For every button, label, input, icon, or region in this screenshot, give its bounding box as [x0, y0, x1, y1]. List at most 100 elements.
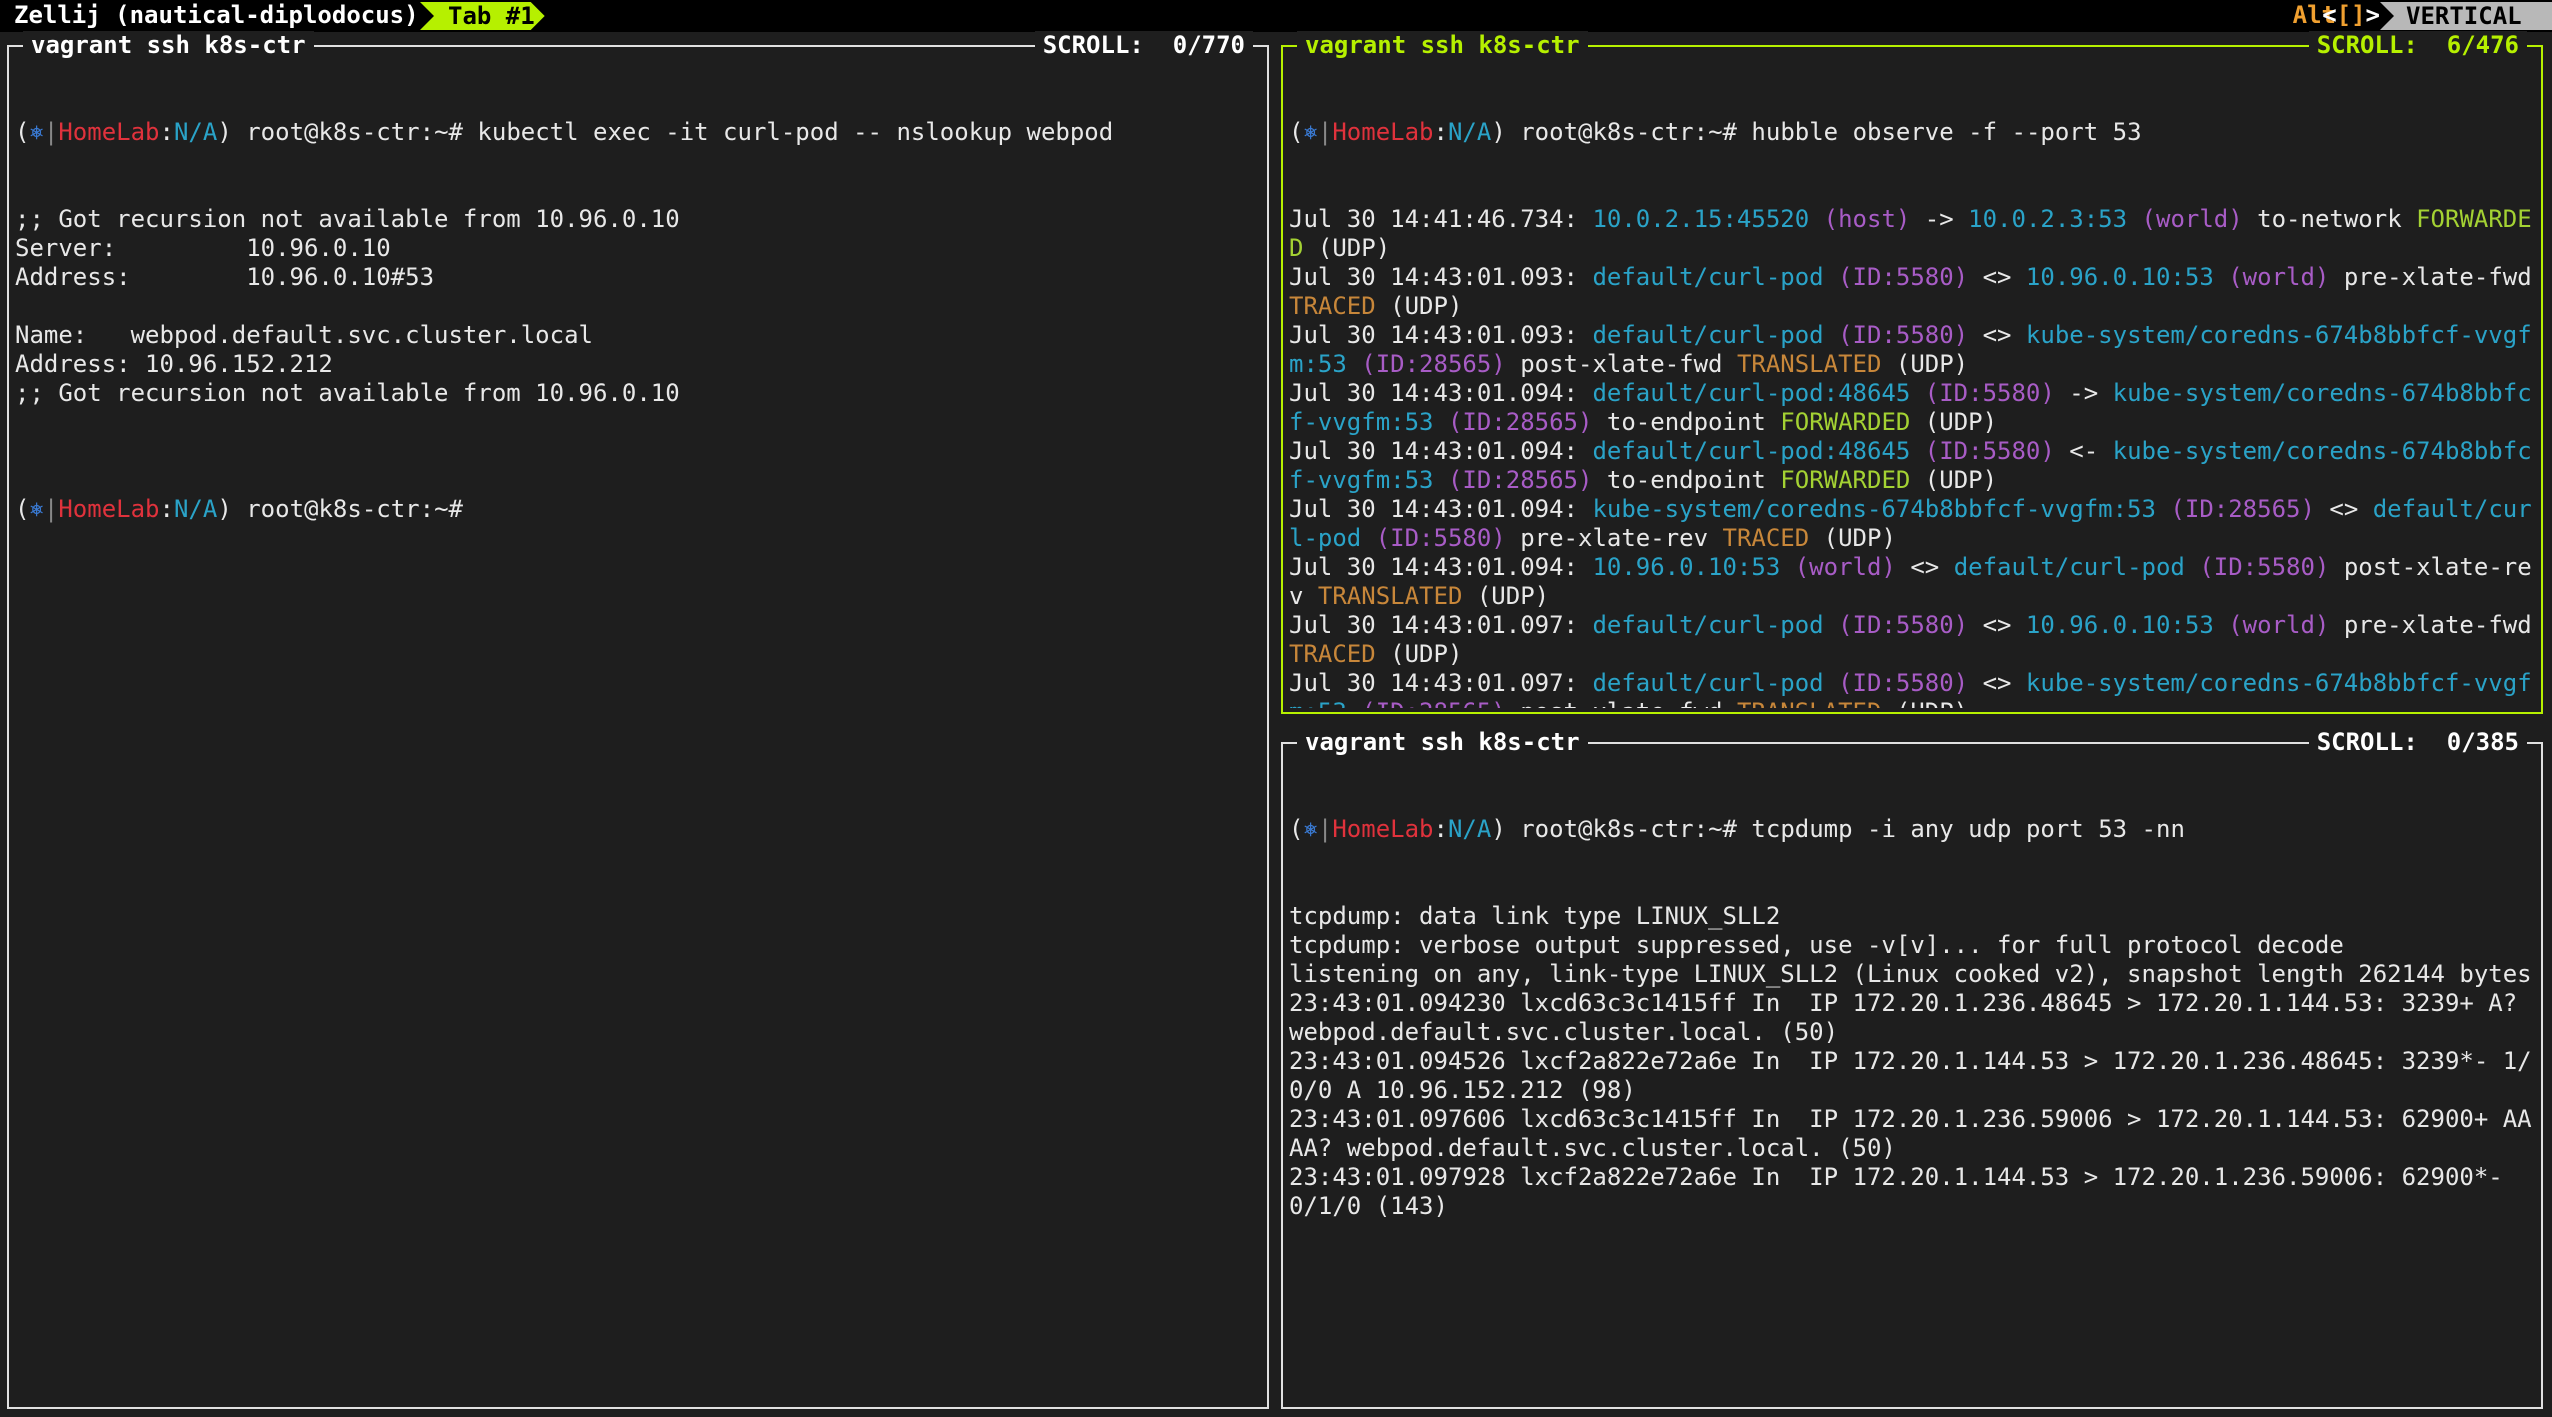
kubernetes-helm-icon: ⎈ — [1303, 815, 1318, 843]
active-prompt[interactable]: (⎈|HomeLab:N/A) root@k8s-ctr:~# — [15, 495, 1263, 524]
pane-scroll-indicator: SCROLL: 0/385 — [2308, 728, 2527, 757]
flow-segment — [1824, 669, 1838, 697]
flow-segment — [2127, 205, 2141, 233]
command-text: tcpdump -i any udp port 53 -nn — [1736, 815, 2185, 843]
flow-line: Jul 30 14:43:01.097: default/curl-pod (I… — [1289, 669, 2537, 708]
kube-namespace: N/A — [173, 495, 218, 523]
flow-segment: (world) — [2141, 205, 2243, 233]
flow-segment: (ID:5580) — [1838, 611, 1969, 639]
flow-segment — [1347, 350, 1361, 378]
flow-segment: (ID:28565) — [2170, 495, 2315, 523]
flow-segment: <> — [1968, 263, 2026, 291]
flow-segment: 10.96.0.10:53 — [2025, 263, 2214, 291]
terminal-pane-hubble[interactable]: vagrant ssh k8s-ctr SCROLL: 6/476 (⎈|Hom… — [1281, 31, 2543, 714]
pane-scroll-indicator: SCROLL: 6/476 — [2308, 31, 2527, 60]
flow-segment: (world) — [2228, 611, 2330, 639]
command-line: (⎈|HomeLab:N/A) root@k8s-ctr:~# hubble o… — [1289, 118, 2537, 147]
output-line: Address: 10.96.152.212 — [15, 350, 333, 378]
flow-segment — [1809, 205, 1823, 233]
kube-namespace: N/A — [1447, 815, 1492, 843]
command-line: (⎈|HomeLab:N/A) root@k8s-ctr:~# kubectl … — [15, 118, 1263, 147]
flow-segment: (UDP) — [1881, 698, 1968, 708]
prompt-user-host: root@k8s-ctr:~# — [231, 118, 463, 146]
flow-segment: <> — [1968, 611, 2026, 639]
output-line: 23:43:01.097606 lxcd63c3c1415ff In IP 17… — [1289, 1105, 2532, 1162]
flow-line: Jul 30 14:43:01.097: default/curl-pod (I… — [1289, 611, 2537, 669]
prompt-paren-open: ( — [15, 118, 30, 146]
prompt-separator: | — [43, 495, 59, 523]
flow-segment: to-endpoint — [1592, 466, 1781, 494]
flow-segment: FORWARDED — [1780, 466, 1911, 494]
pane-title: vagrant ssh k8s-ctr — [1297, 31, 1588, 60]
flow-segment: <> — [2314, 495, 2373, 523]
flow-segment: default/curl-pod — [1953, 553, 2185, 581]
flow-segment: (ID:5580) — [1375, 524, 1506, 552]
terminal-output[interactable]: (⎈|HomeLab:N/A) root@k8s-ctr:~# kubectl … — [15, 60, 1263, 582]
flow-segment: to-network — [2242, 205, 2417, 233]
flow-segment: 10.0.2.3:53 — [1968, 205, 2128, 233]
flow-segment: (ID:5580) — [1838, 263, 1969, 291]
flow-segment: -> — [2054, 379, 2113, 407]
prompt-paren-open: ( — [1289, 118, 1304, 146]
layout-mode-chip[interactable]: VERTICAL — [2380, 2, 2552, 30]
flow-segment: TRACED — [1722, 524, 1810, 552]
flow-segment: <> — [1895, 553, 1954, 581]
output-line: 23:43:01.094526 lxcf2a822e72a6e In IP 17… — [1289, 1047, 2532, 1104]
prompt-colon: : — [159, 118, 174, 146]
kubernetes-helm-icon: ⎈ — [29, 495, 44, 523]
terminal-output[interactable]: (⎈|HomeLab:N/A) root@k8s-ctr:~# hubble o… — [1289, 60, 2537, 708]
flow-segment: Jul 30 14:43:01.094: — [1289, 437, 1593, 465]
flow-line: Jul 30 14:43:01.094: 10.96.0.10:53 (worl… — [1289, 553, 2537, 611]
prompt-separator: | — [1317, 815, 1333, 843]
flow-segment: Jul 30 14:43:01.093: — [1289, 263, 1593, 291]
output-line: tcpdump: data link type LINUX_SLL2 — [1289, 902, 1781, 930]
flow-segment: post-xlate-fwd — [1506, 698, 1737, 708]
flow-segment — [2185, 553, 2199, 581]
mode-keys-inner: [] — [2336, 1, 2366, 29]
flow-segment: Jul 30 14:43:01.093: — [1289, 321, 1593, 349]
flow-segment — [1824, 263, 1838, 291]
prompt-paren-open: ( — [15, 495, 30, 523]
flow-segment: (ID:28565) — [1361, 350, 1506, 378]
prompt-paren-close: ) — [1491, 118, 1506, 146]
flow-segment: (UDP) — [1303, 234, 1391, 262]
flow-segment: (ID:5580) — [1924, 437, 2055, 465]
flow-segment: (ID:28565) — [1447, 408, 1593, 436]
command-text: kubectl exec -it curl-pod -- nslookup we… — [462, 118, 1114, 146]
flow-segment: 10.96.0.10:53 — [2025, 611, 2214, 639]
kube-namespace: N/A — [173, 118, 218, 146]
flow-segment: <> — [1968, 669, 2026, 697]
flow-segment: pre-xlate-fwd — [2343, 611, 2532, 639]
flow-segment: TRACED — [1289, 292, 1376, 320]
flow-segment — [1824, 611, 1838, 639]
command-output: tcpdump: data link type LINUX_SLL2 tcpdum… — [1289, 902, 2537, 1221]
pane-title: vagrant ssh k8s-ctr — [23, 31, 314, 60]
flow-segment: default/curl-pod — [1592, 611, 1824, 639]
prompt-paren-close: ) — [1491, 815, 1506, 843]
flow-segment — [1910, 437, 1924, 465]
tab-1[interactable]: Tab #1 — [420, 2, 545, 30]
terminal-pane-tcpdump[interactable]: vagrant ssh k8s-ctr SCROLL: 0/385 (⎈|Hom… — [1281, 728, 2543, 1409]
kube-context: HomeLab — [1332, 118, 1434, 146]
flow-segment: (UDP) — [1809, 524, 1896, 552]
mode-keys-close: > — [2365, 1, 2380, 29]
flow-segment: (world) — [2228, 263, 2330, 291]
flow-segment: <> — [1968, 321, 2026, 349]
flow-segment: default/curl-pod — [1592, 321, 1824, 349]
terminal-output[interactable]: (⎈|HomeLab:N/A) root@k8s-ctr:~# tcpdump … — [1289, 757, 2537, 1279]
flow-segment: FORWARDED — [1780, 408, 1911, 436]
output-line: Server: 10.96.0.10 — [15, 234, 391, 262]
kube-context: HomeLab — [1332, 815, 1434, 843]
flow-segment: (ID:28565) — [1447, 466, 1593, 494]
prompt-user-host: root@k8s-ctr:~# — [231, 495, 463, 523]
flow-segment: TRANSLATED — [1736, 350, 1882, 378]
terminal-pane-left[interactable]: vagrant ssh k8s-ctr SCROLL: 0/770 (⎈|Hom… — [7, 31, 1269, 1409]
flow-segment: (UDP) — [1375, 292, 1463, 320]
flow-line: Jul 30 14:43:01.093: default/curl-pod (I… — [1289, 263, 2537, 321]
flow-segment: pre-xlate-rev — [1505, 524, 1723, 552]
output-line: ;; Got recursion not available from 10.9… — [15, 379, 680, 407]
flow-segment: default/curl-pod:48645 — [1592, 437, 1911, 465]
flow-segment: TRACED — [1289, 640, 1376, 668]
